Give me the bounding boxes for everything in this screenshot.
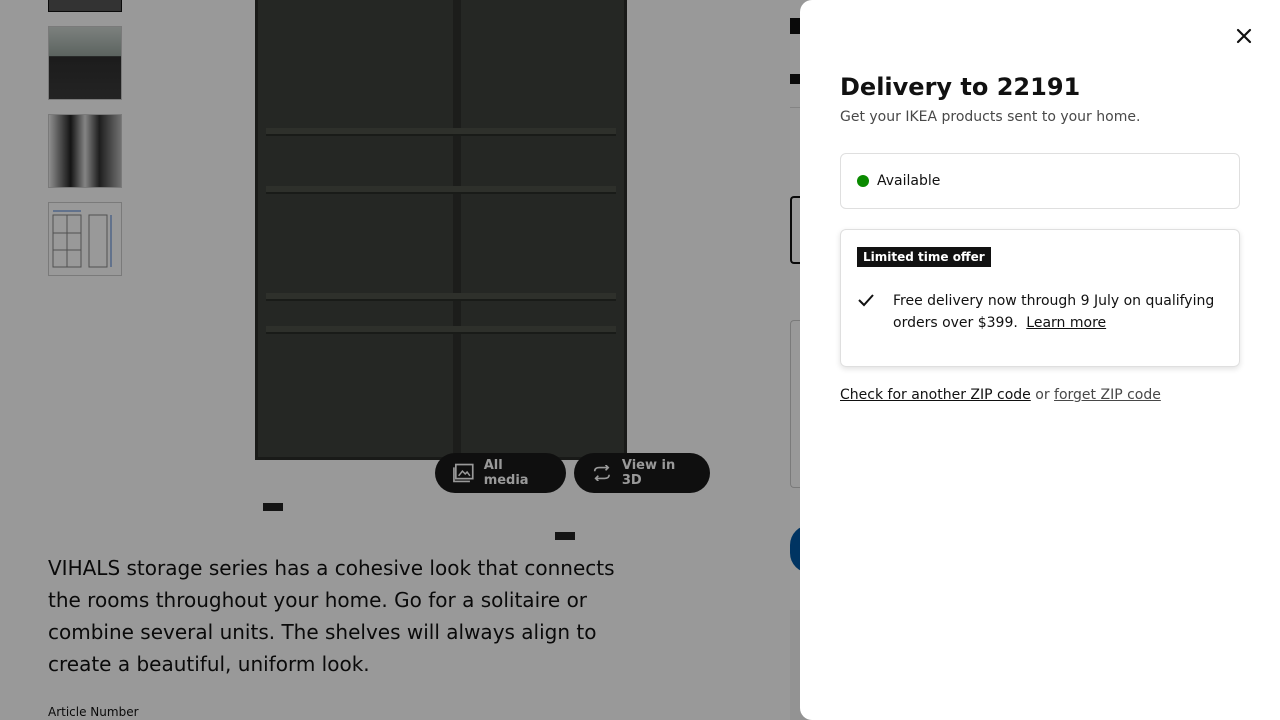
- status-dot: [857, 175, 869, 187]
- check-zip-link[interactable]: Check for another ZIP code: [840, 387, 1031, 403]
- offer-row: Free delivery now through 9 July on qual…: [857, 290, 1223, 334]
- close-button[interactable]: [1232, 24, 1256, 48]
- panel-title: Delivery to 22191: [840, 73, 1081, 101]
- delivery-panel: Delivery to 22191 Get your IKEA products…: [800, 0, 1280, 720]
- zip-actions: Check for another ZIP code or forget ZIP…: [840, 387, 1161, 403]
- availability-label: Available: [877, 173, 941, 189]
- offer-box: Limited time offer Free delivery now thr…: [840, 229, 1240, 367]
- offer-badge: Limited time offer: [857, 247, 991, 267]
- availability-box: Available: [840, 153, 1240, 209]
- panel-subtitle: Get your IKEA products sent to your home…: [840, 109, 1141, 125]
- forget-zip-link[interactable]: forget ZIP code: [1054, 387, 1161, 403]
- zip-separator: or: [1035, 387, 1055, 403]
- close-icon: [1236, 28, 1252, 44]
- offer-text: Free delivery now through 9 July on qual…: [893, 290, 1223, 334]
- learn-more-link[interactable]: Learn more: [1026, 315, 1106, 331]
- check-icon: [857, 290, 879, 334]
